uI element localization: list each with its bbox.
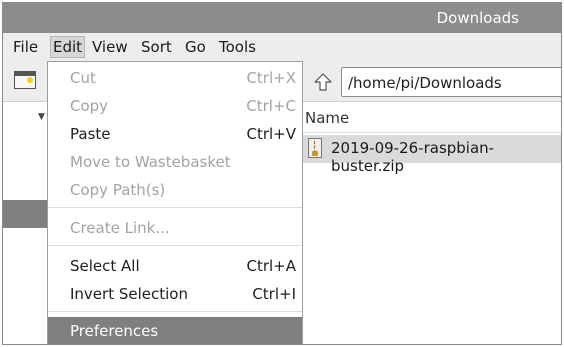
menu-file[interactable]: File [13, 37, 38, 57]
menu-item-label: Paste [70, 125, 111, 143]
file-manager-window: Downloads File Edit View Sort Go Tools ▼… [2, 2, 562, 345]
menu-item-shortcut: Ctrl+A [246, 257, 296, 275]
menu-separator [48, 245, 302, 246]
column-header-label: Name [305, 109, 350, 127]
file-row[interactable]: 2019-09-26-raspbian-buster.zip [303, 135, 561, 175]
title-bar[interactable]: Downloads [3, 3, 561, 33]
menu-item-label: Copy Path(s) [70, 181, 166, 199]
side-panel: ▼ [3, 102, 48, 344]
menu-item-invert-selection[interactable]: Invert Selection Ctrl+I [48, 280, 302, 308]
side-panel-selected-item[interactable] [3, 200, 47, 228]
menu-item-create-link[interactable]: Create Link... [48, 214, 302, 242]
path-bar[interactable] [341, 67, 561, 97]
menu-item-move-to-wastebasket[interactable]: Move to Wastebasket [48, 148, 302, 176]
menu-bar: File Edit View Sort Go Tools [3, 33, 561, 61]
menu-item-label: Invert Selection [70, 285, 188, 303]
up-arrow-icon[interactable] [313, 72, 333, 92]
menu-item-shortcut: Ctrl+V [246, 125, 296, 143]
menu-sort[interactable]: Sort [141, 37, 172, 57]
file-name: 2019-09-26-raspbian-buster.zip [331, 139, 495, 175]
menu-item-label: Move to Wastebasket [70, 153, 231, 171]
menu-item-label: Preferences [70, 322, 159, 340]
expand-arrow-icon[interactable]: ▼ [38, 112, 45, 122]
menu-separator [48, 311, 302, 312]
window-title: Downloads [436, 9, 519, 27]
menu-item-label: Cut [70, 69, 96, 87]
edit-menu-dropdown: Cut Ctrl+X Copy Ctrl+C Paste Ctrl+V Move… [47, 61, 303, 344]
menu-item-label: Copy [70, 97, 109, 115]
menu-view[interactable]: View [92, 37, 128, 57]
column-header-name[interactable]: Name [303, 102, 561, 133]
menu-item-paste[interactable]: Paste Ctrl+V [48, 120, 302, 148]
menu-item-shortcut: Ctrl+X [246, 69, 296, 87]
menu-go[interactable]: Go [185, 37, 206, 57]
menu-item-select-all[interactable]: Select All Ctrl+A [48, 252, 302, 280]
menu-item-shortcut: Ctrl+C [246, 97, 296, 115]
menu-item-preferences[interactable]: Preferences [48, 317, 302, 344]
menu-item-label: Select All [70, 257, 140, 275]
menu-item-label: Create Link... [70, 219, 170, 237]
menu-edit[interactable]: Edit [50, 36, 86, 58]
menu-item-copy[interactable]: Copy Ctrl+C [48, 92, 302, 120]
menu-item-shortcut: Ctrl+I [252, 285, 296, 303]
zip-file-icon [308, 138, 322, 158]
new-window-icon[interactable] [14, 71, 36, 89]
menu-tools[interactable]: Tools [219, 37, 256, 57]
file-list-pane: Name 2019-09-26-raspbian-buster.zip [303, 102, 561, 344]
menu-separator [48, 207, 302, 208]
menu-item-copy-paths[interactable]: Copy Path(s) [48, 176, 302, 204]
menu-item-cut[interactable]: Cut Ctrl+X [48, 64, 302, 92]
path-input[interactable] [346, 72, 561, 94]
